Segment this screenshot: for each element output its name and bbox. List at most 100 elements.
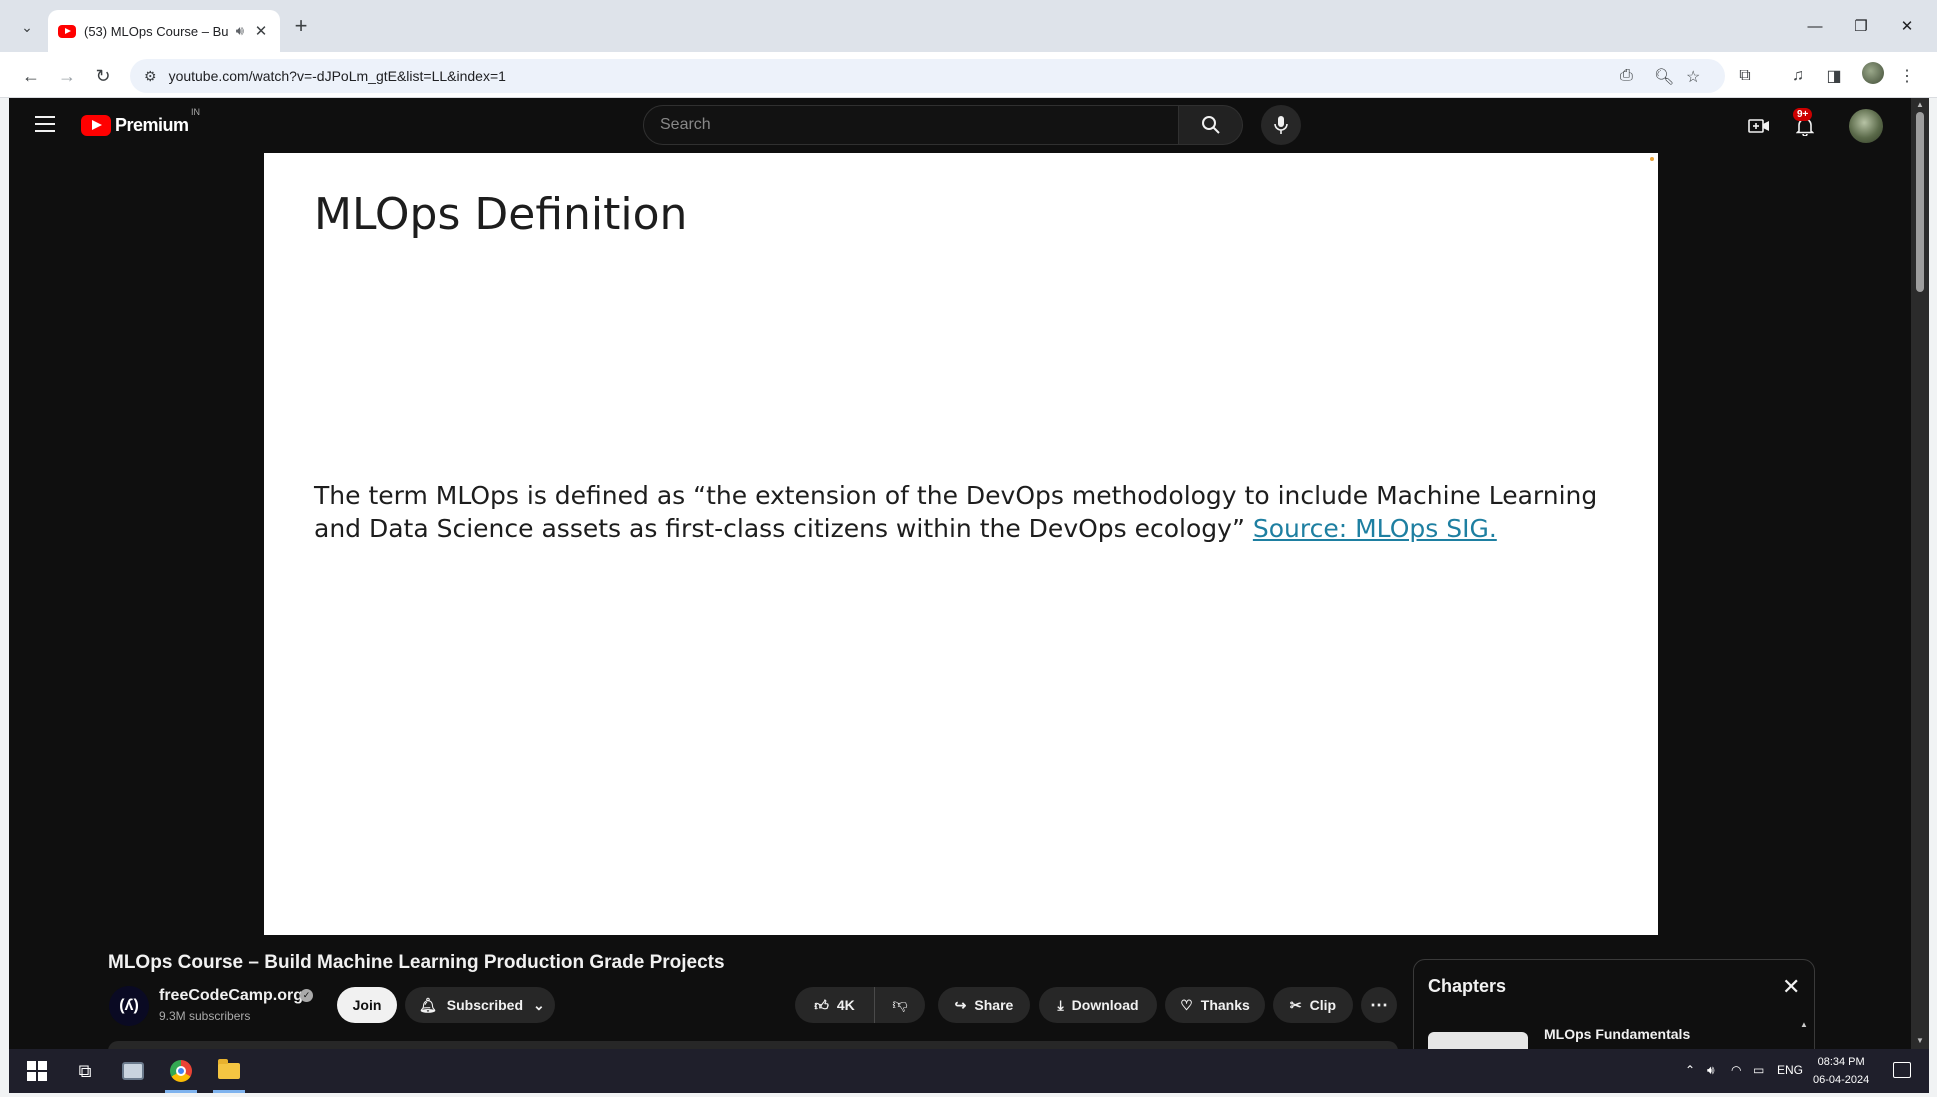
thanks-heart-icon: ♡: [1180, 996, 1193, 1013]
zoom-icon[interactable]: 🔍︎: [1654, 67, 1674, 87]
guide-menu-icon[interactable]: [35, 116, 55, 132]
share-label: Share: [974, 997, 1014, 1013]
like-count: 4K: [836, 997, 855, 1013]
download-button[interactable]: ⤓ Download: [1039, 987, 1157, 1023]
chapters-scroll-up-icon[interactable]: ▲: [1800, 1020, 1810, 1029]
new-tab-button[interactable]: +: [290, 15, 312, 38]
microphone-icon: [1274, 116, 1288, 134]
verified-badge-icon: ✓: [300, 989, 313, 1002]
taskbar-app-icon[interactable]: [109, 1049, 157, 1093]
minimize-icon[interactable]: —: [1800, 14, 1830, 38]
scroll-down-icon[interactable]: ▼: [1915, 1036, 1925, 1045]
reload-icon[interactable]: ↻: [90, 63, 116, 89]
youtube-favicon-icon: [58, 24, 76, 38]
chapters-panel: Chapters ✕ MLOps Fundamentals ▲: [1413, 959, 1815, 1049]
site-info-icon[interactable]: ⚙: [144, 68, 157, 85]
chapters-close-icon[interactable]: ✕: [1782, 974, 1800, 1000]
scrollbar-thumb[interactable]: [1916, 112, 1924, 292]
chrome-menu-icon[interactable]: ⋮: [1895, 65, 1919, 87]
battery-icon[interactable]: ▭: [1753, 1063, 1764, 1077]
restore-icon[interactable]: ❐: [1846, 14, 1876, 38]
scissors-icon: ✂: [1289, 996, 1302, 1013]
channel-name[interactable]: freeCodeCamp.org: [159, 987, 303, 1005]
thumbs-down-icon: 👎︎: [892, 996, 908, 1013]
search-icon: [1201, 116, 1220, 134]
like-dislike-group: 👍︎ 4K 👎︎: [795, 987, 925, 1023]
search-input[interactable]: Search: [643, 105, 1179, 145]
subscriber-count: 9.3M subscribers: [159, 1009, 251, 1023]
clip-label: Clip: [1309, 997, 1337, 1013]
video-title: MLOps Course – Build Machine Learning Pr…: [108, 952, 725, 973]
create-video-icon[interactable]: [1745, 112, 1773, 140]
description-box[interactable]: [108, 1041, 1398, 1049]
country-code: IN: [191, 107, 200, 117]
youtube-account-avatar[interactable]: [1849, 109, 1883, 143]
start-button[interactable]: [13, 1049, 61, 1093]
audio-playing-icon[interactable]: 🔊︎: [236, 23, 244, 39]
slide-title: MLOps Definition: [314, 189, 688, 240]
share-button[interactable]: ↪ Share: [938, 987, 1030, 1023]
search-placeholder: Search: [660, 116, 711, 133]
url-text: youtube.com/watch?v=-dJPoLm_gtE&list=LL&…: [168, 68, 506, 84]
action-center-icon[interactable]: [1893, 1062, 1911, 1078]
forward-icon[interactable]: →: [54, 63, 80, 89]
tab-title: (53) MLOps Course – Build: [84, 23, 228, 39]
tray-overflow-chevron-icon[interactable]: ⌃: [1685, 1063, 1695, 1077]
logo-word: Premium: [115, 115, 189, 135]
clock-date: 06-04-2024: [1813, 1074, 1870, 1086]
more-actions-icon[interactable]: ⋯: [1361, 987, 1397, 1023]
thumbs-up-icon: 👍︎: [814, 996, 829, 1013]
tab-close-icon[interactable]: ✕: [252, 22, 270, 40]
share-arrow-icon: ↪: [954, 996, 967, 1013]
youtube-masthead: Premium IN Search 9+: [9, 98, 1911, 154]
download-label: Download: [1071, 997, 1139, 1013]
subscribed-button[interactable]: 🔔︎ Subscribed ⌄: [405, 987, 555, 1023]
slide-marker-dot: [1650, 157, 1654, 161]
chapters-title: Chapters: [1428, 976, 1507, 996]
windows-logo-icon: [27, 1061, 47, 1081]
channel-avatar[interactable]: (ʎ): [109, 986, 149, 1026]
taskbar-chrome-icon[interactable]: [157, 1049, 205, 1093]
slide-body: The term MLOps is defined as “the extens…: [314, 479, 1614, 545]
bookmark-star-icon[interactable]: ☆: [1686, 67, 1700, 87]
dislike-button[interactable]: 👎︎: [875, 987, 925, 1023]
language-indicator[interactable]: ENG: [1777, 1063, 1803, 1077]
media-control-icon[interactable]: ♫: [1786, 65, 1810, 87]
thanks-label: Thanks: [1200, 997, 1250, 1013]
back-icon[interactable]: ←: [18, 63, 44, 89]
system-clock[interactable]: 08:34 PM 06-04-2024: [1813, 1053, 1869, 1089]
youtube-logo[interactable]: Premium IN: [81, 107, 200, 136]
scroll-up-icon[interactable]: ▲: [1915, 100, 1925, 109]
chapter-item-label[interactable]: MLOps Fundamentals: [1544, 1026, 1690, 1042]
install-app-icon[interactable]: ⎙: [1620, 67, 1633, 85]
extensions-icon[interactable]: ⧉: [1733, 65, 1757, 87]
like-button[interactable]: 👍︎ 4K: [795, 987, 875, 1023]
taskbar-file-explorer-icon[interactable]: [205, 1049, 253, 1093]
bell-icon: 🔔︎: [419, 996, 437, 1013]
volume-icon[interactable]: 🔊︎: [1707, 1063, 1715, 1078]
subscribed-label: Subscribed: [446, 997, 524, 1013]
tab-search-chevron-icon[interactable]: ⌄: [14, 14, 40, 40]
browser-toolbar: ← → ↻ ⚙ youtube.com/watch?v=-dJPoLm_gtE&…: [0, 52, 1937, 98]
browser-profile-avatar[interactable]: [1862, 62, 1884, 84]
page-scrollbar[interactable]: ▲ ▼: [1911, 98, 1929, 1049]
voice-search-button[interactable]: [1261, 105, 1301, 145]
window-close-icon[interactable]: ✕: [1892, 14, 1922, 38]
youtube-page: Premium IN Search 9+ MLOps Definition Th…: [9, 98, 1911, 1049]
thanks-button[interactable]: ♡ Thanks: [1165, 987, 1265, 1023]
chapter-thumbnail[interactable]: [1428, 1032, 1528, 1049]
address-bar[interactable]: ⚙ youtube.com/watch?v=-dJPoLm_gtE&list=L…: [130, 59, 1725, 93]
clock-time: 08:34 PM: [1817, 1056, 1865, 1068]
clip-button[interactable]: ✂ Clip: [1273, 987, 1353, 1023]
task-view-icon[interactable]: ⧉: [61, 1049, 109, 1093]
browser-tab[interactable]: (53) MLOps Course – Build 🔊︎ ✕: [48, 10, 280, 52]
browser-tabstrip: ⌄ (53) MLOps Course – Build 🔊︎ ✕ + — ❐ ✕: [0, 0, 1937, 52]
search-button[interactable]: [1179, 105, 1243, 145]
video-player[interactable]: MLOps Definition The term MLOps is defin…: [264, 153, 1658, 935]
chevron-down-icon: ⌄: [533, 996, 545, 1013]
youtube-play-logo-icon: [81, 115, 111, 136]
side-panel-icon[interactable]: ◨: [1822, 65, 1846, 87]
download-icon: ⤓: [1057, 996, 1064, 1013]
join-button[interactable]: Join: [337, 987, 397, 1023]
wifi-icon[interactable]: ◠: [1731, 1063, 1741, 1077]
